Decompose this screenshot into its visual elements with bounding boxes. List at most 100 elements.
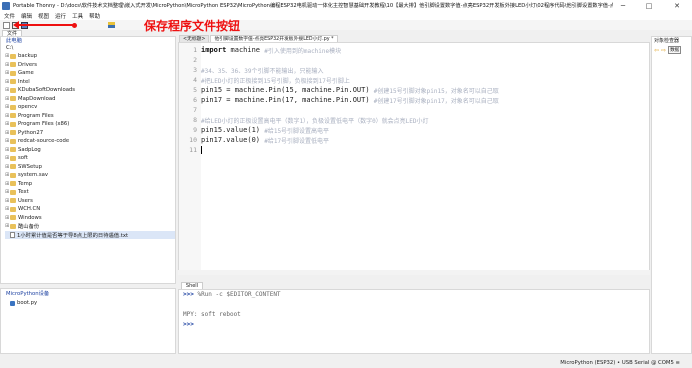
folder-icon (10, 215, 16, 221)
minimize-button[interactable]: ─ (612, 0, 634, 11)
item-name: 1小时累计值是否等于导8点上限的日待遇值.txt (17, 232, 129, 239)
code-line[interactable]: 2 (179, 55, 645, 65)
code-line[interactable]: 5 pin15 = machine.Pin(15, machine.Pin.OUT… (179, 85, 645, 95)
item-name: Windows (18, 214, 42, 221)
folder-list-item[interactable]: ⊞ Text (5, 188, 175, 197)
folder-list-item[interactable]: ⊞ Program Files (x86) (5, 120, 175, 129)
code-line[interactable]: 3 #34、35、36、39个引脚不能输出，只能输入 (179, 65, 645, 75)
folder-list-item[interactable]: ⊞ soft (5, 154, 175, 163)
save-button-annotation: 保存程序文件按钮 (13, 17, 240, 33)
object-inspector-panel: 对象检查器 ⇦ ⇨ 数据 (651, 36, 692, 354)
folder-list-item[interactable]: ⊞ Windows (5, 214, 175, 223)
code-text: pin15 = machine.Pin(15, machine.Pin.OUT) (201, 86, 374, 94)
item-name: backup (18, 53, 38, 60)
maximize-button[interactable]: □ (638, 0, 660, 11)
code-line[interactable]: 11 (179, 145, 645, 155)
menu-file[interactable]: 文件 (4, 12, 15, 20)
forward-arrow-icon[interactable]: ⇨ (661, 47, 666, 54)
folder-icon (10, 198, 16, 204)
stop-icon[interactable] (108, 22, 115, 28)
folder-icon (10, 104, 16, 110)
folder-icon (10, 87, 16, 93)
back-arrow-icon[interactable]: ⇦ (654, 47, 659, 54)
item-name: SadpLog (18, 146, 41, 153)
folder-list-item[interactable]: ⊞ Game (5, 69, 175, 78)
code-comment: #把LED小灯的正极接到15号引脚，负极接到17号引脚上 (201, 77, 350, 85)
new-file-button[interactable] (3, 21, 10, 29)
file-list: ⊞ backup ⊞ Drivers ⊞ Game ⊞ Intel ⊞ KDubaSoftDown… (1, 52, 175, 239)
folder-icon (10, 53, 16, 59)
folder-icon (10, 121, 16, 127)
item-name: WCH.CN (18, 206, 41, 213)
code-line[interactable]: 1 import machine #引入使用到的machine模块 (179, 45, 645, 55)
folder-list-item[interactable]: ⊞ Intel (5, 78, 175, 87)
shell-panel[interactable]: >>> %Run -c $EDITOR_CONTENT MPY: soft reb… (178, 289, 650, 354)
folder-list-item[interactable]: ⊞ opencv (5, 103, 175, 112)
micropython-device-panel: MicroPython设备 boot.py (0, 288, 176, 354)
menu-help[interactable]: 帮助 (89, 12, 100, 20)
data-button[interactable]: 数据 (668, 46, 682, 54)
folder-list-item[interactable]: ⊞ WCH.CN (5, 205, 175, 214)
folder-icon (10, 172, 16, 178)
folder-list-item[interactable]: ⊞ KDubaSoftDownloads (5, 86, 175, 95)
folder-list-item[interactable]: ⊞ SadpLog (5, 146, 175, 155)
item-name: soft (18, 155, 28, 162)
code-line[interactable]: 9 pin15.value(1) #给15号引脚设置高电平 (179, 125, 645, 135)
item-name: Users (18, 197, 33, 204)
toolbar (0, 20, 692, 30)
folder-list-item[interactable]: ⊞ Temp (5, 180, 175, 189)
code-comment: #引入使用到的machine模块 (264, 47, 342, 55)
line-number: 11 (189, 146, 197, 154)
item-name: Temp (18, 180, 33, 187)
thonny-app-icon (2, 1, 10, 10)
code-comment: #34、35、36、39个引脚不能输出，只能输入 (201, 67, 324, 75)
folder-list-item[interactable]: ⊞ MapDownload (5, 95, 175, 104)
code-area[interactable]: 1 import machine #引入使用到的machine模块 2 3 #34、35… (179, 45, 645, 155)
folder-list-item[interactable]: ⊞ SWSetup (5, 163, 175, 172)
text-cursor (201, 146, 202, 154)
code-line[interactable]: 4 #把LED小灯的正极接到15号引脚，负极接到17号引脚上 (179, 75, 645, 85)
item-name: Game (18, 70, 34, 77)
code-comment: #创建17号引脚对象pin17，对象名可以自己取 (373, 97, 499, 105)
window-title: Portable Thonny - D:\docs\软件技术文档整理\嵌入式开发… (13, 3, 613, 9)
folder-icon (10, 206, 16, 212)
code-comment: #给15号引脚设置高电平 (264, 127, 330, 135)
arrow-icon (13, 21, 73, 29)
folder-icon (10, 189, 16, 195)
shell-prompt: >>> (183, 291, 194, 298)
folder-list-item[interactable]: ⊞ system.sav (5, 171, 175, 180)
folder-list-item[interactable]: ⊞ backup (5, 52, 175, 61)
folder-list-item[interactable]: ⊞ redcat-source-code (5, 137, 175, 146)
folder-list-item[interactable]: ⊞ 酷山备份 (5, 222, 175, 231)
shell-line: >>> %Run -c $EDITOR_CONTENT (179, 290, 649, 300)
interpreter-status[interactable]: MicroPython (ESP32) • USB Serial @ COM5 … (560, 360, 680, 366)
folder-list-item[interactable]: ⊞ Python27 (5, 129, 175, 138)
code-line[interactable]: 7 (179, 105, 645, 115)
item-name: Program Files (x86) (18, 121, 70, 128)
folder-icon (10, 70, 16, 76)
code-comment: #创建15号引脚对象pin15，对象名可以自己取 (373, 87, 499, 95)
code-line[interactable]: 6 pin17 = machine.Pin(17, machine.Pin.OUT… (179, 95, 645, 105)
line-number: 10 (189, 136, 197, 144)
file-list-item[interactable]: 1小时累计值是否等于导8点上限的日待遇值.txt (5, 230, 175, 239)
folder-list-item[interactable]: ⊞ Program Files (5, 112, 175, 121)
line-number: 9 (193, 126, 197, 134)
files-panel: 此电脑 C:\ ⊞ backup ⊞ Drivers ⊞ Game ⊞ Intel ⊞ KDuba… (0, 36, 176, 284)
item-name: Python27 (18, 129, 44, 136)
line-number: 1 (193, 46, 197, 54)
close-button[interactable]: ✕ (666, 0, 688, 11)
device-file-item[interactable]: boot.py (5, 299, 175, 308)
folder-list-item[interactable]: ⊞ Users (5, 197, 175, 206)
folder-list-item[interactable]: ⊞ Drivers (5, 61, 175, 70)
editor-horizontal-scrollbar[interactable] (178, 270, 650, 275)
code-editor[interactable]: 1 import machine #引入使用到的machine模块 2 3 #34、35… (178, 42, 650, 274)
code-comment: #给LED小灯的正极设置高电平（数字1），负极设置低电平（数字0）就会点亮LED… (201, 117, 429, 125)
code-line[interactable]: 8 #给LED小灯的正极设置高电平（数字1），负极设置低电平（数字0）就会点亮LE… (179, 115, 645, 125)
folder-icon (10, 164, 16, 170)
item-name: redcat-source-code (18, 138, 70, 145)
code-keyword: import (201, 46, 227, 54)
code-line[interactable]: 10 pin17.value(0) #给17号引脚设置低电平 (179, 135, 645, 145)
line-number: 2 (193, 56, 197, 64)
item-name: Intel (18, 78, 30, 85)
